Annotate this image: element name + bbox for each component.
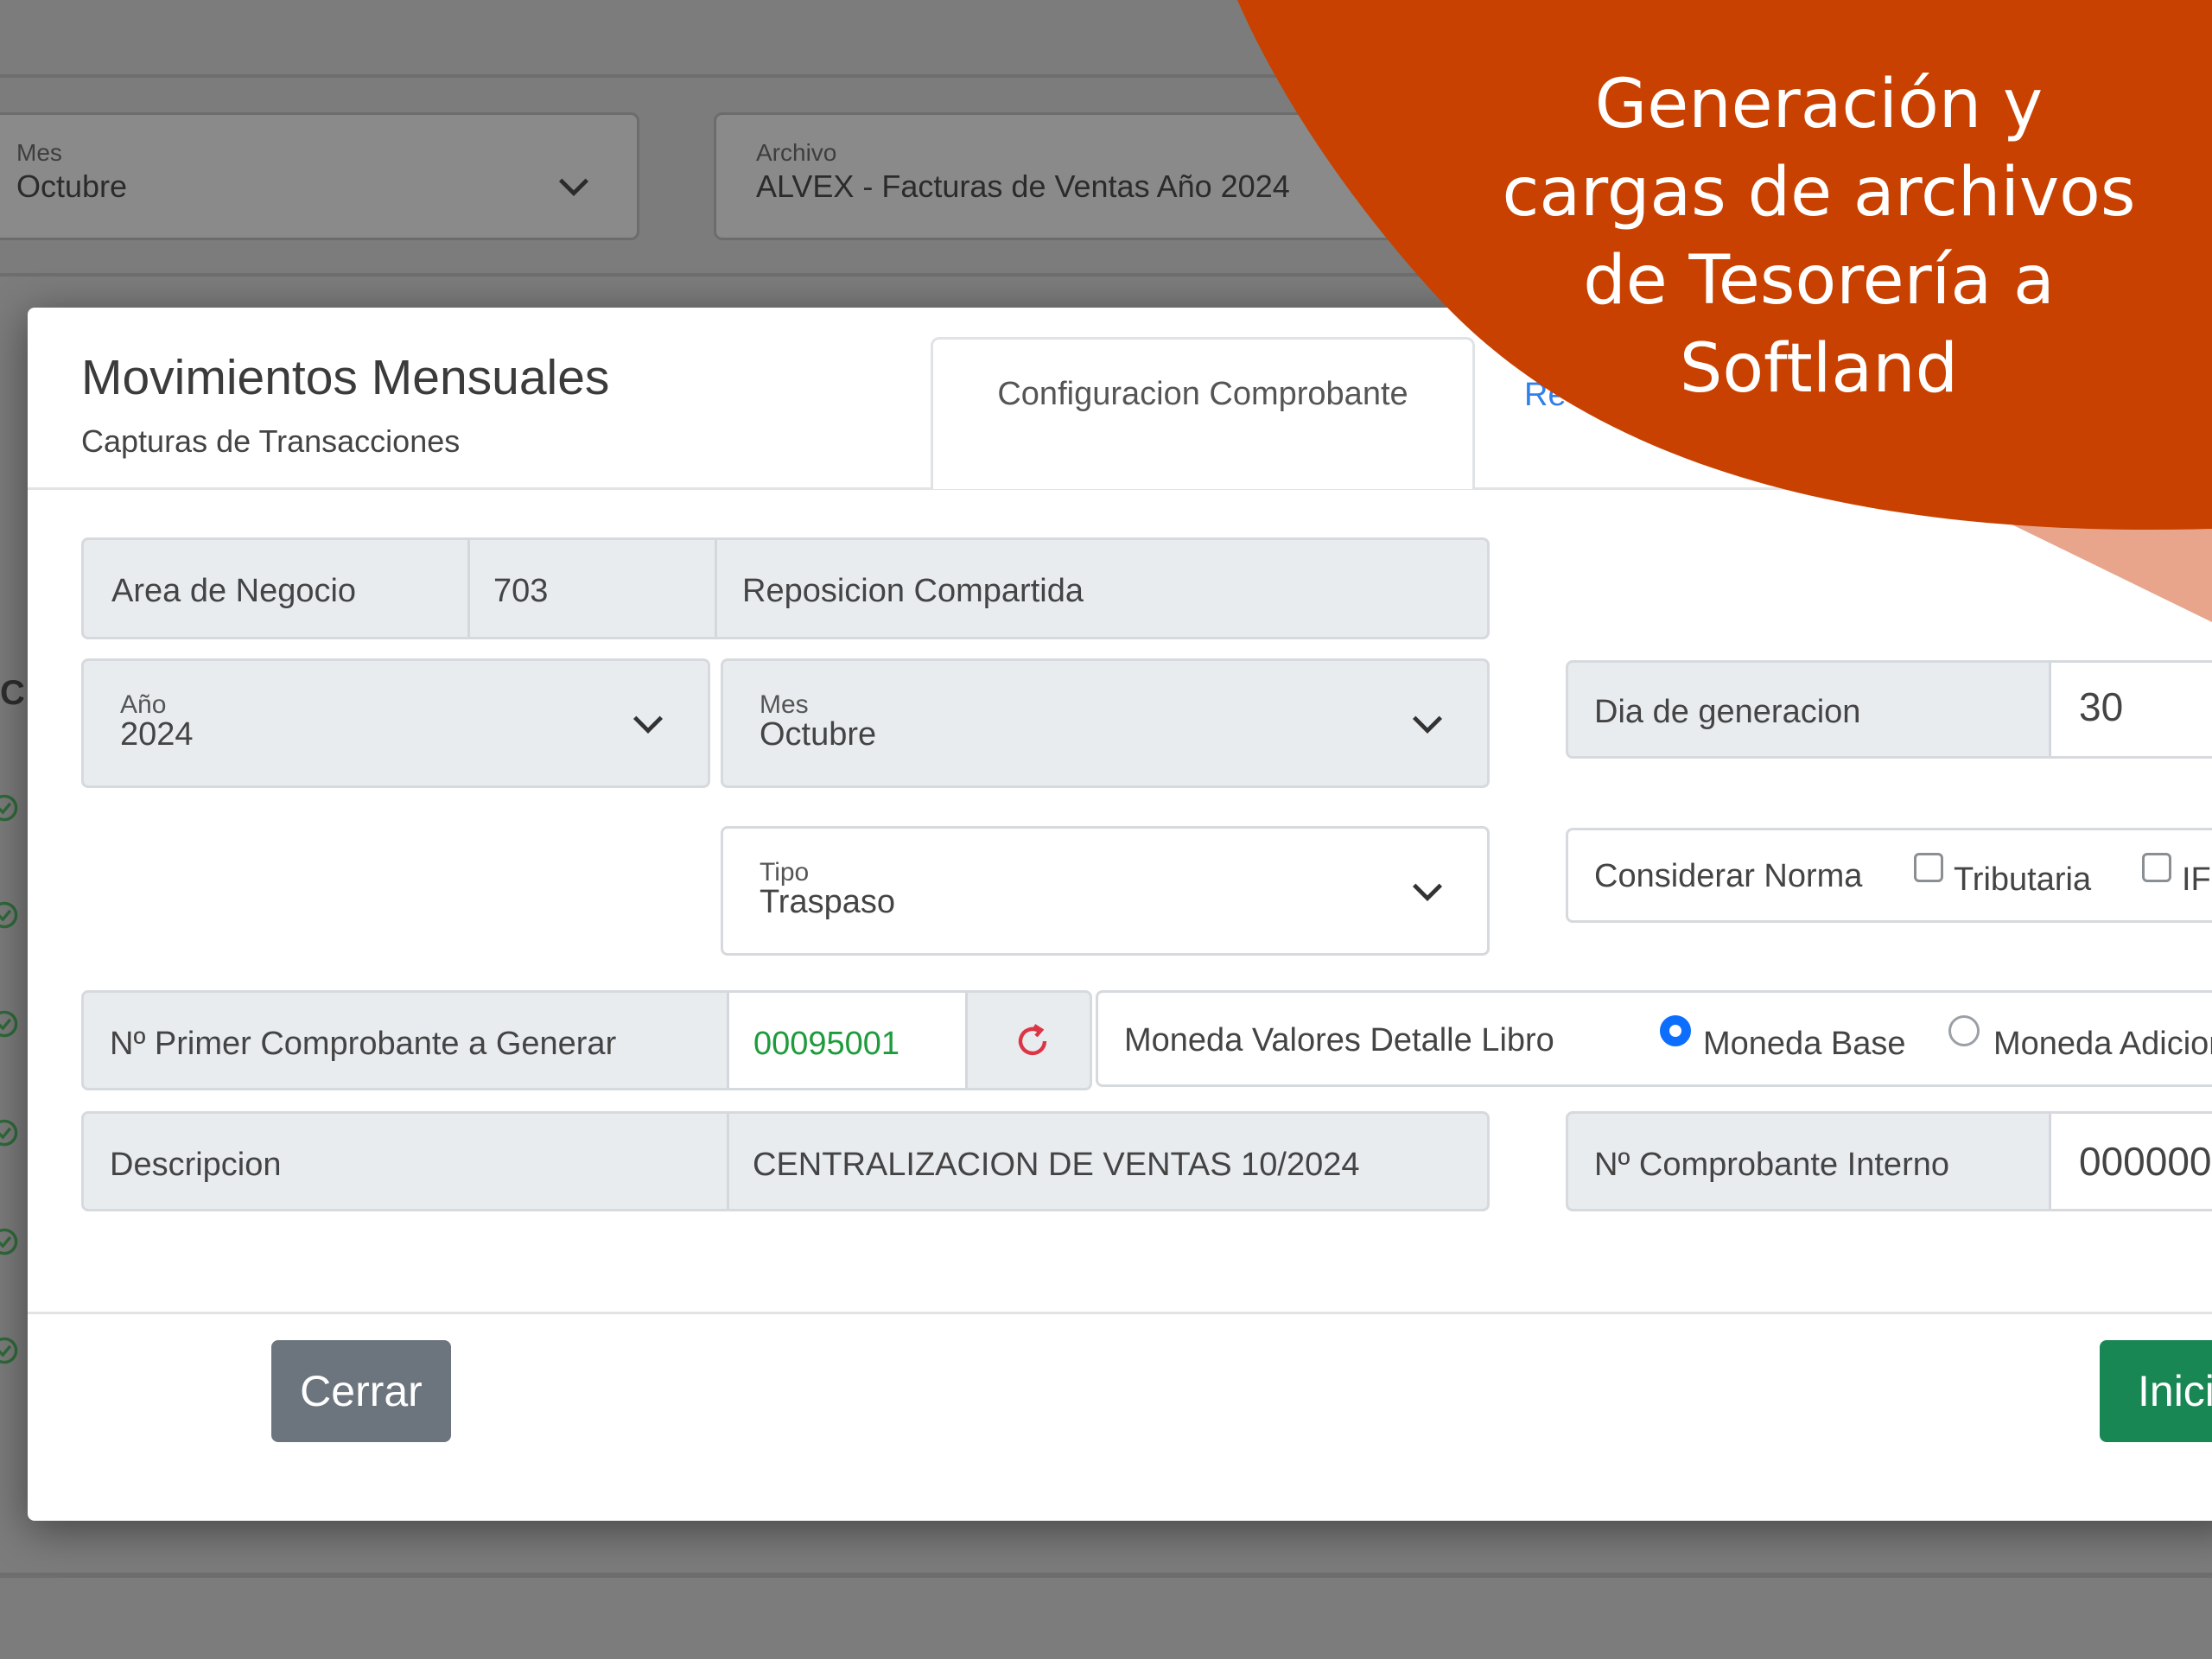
chevron-down-icon bbox=[558, 178, 589, 197]
moneda-base-label: Moneda Base bbox=[1703, 1026, 1906, 1062]
generation-day-group: Dia de generacion 30 bbox=[1566, 660, 2212, 759]
norm-group: Considerar Norma Tributaria IF bbox=[1566, 828, 2212, 923]
currency-group: Moneda Valores Detalle Libro Moneda Base… bbox=[1096, 990, 2212, 1087]
tab-configuracion-comprobante[interactable]: Configuracion Comprobante bbox=[931, 337, 1475, 489]
bg-file-label: Archivo bbox=[756, 139, 837, 166]
banner-line: Softland bbox=[1679, 330, 1959, 408]
internal-voucher-group: Nº Comprobante Interno 000000 bbox=[1566, 1111, 2212, 1211]
check-circle-icon bbox=[0, 1010, 18, 1038]
banner-line: cargas de archivos bbox=[1502, 154, 2136, 232]
first-voucher-label: Nº Primer Comprobante a Generar bbox=[110, 1026, 617, 1062]
bg-divider bbox=[0, 1573, 2212, 1578]
business-area-field: Area de Negocio 703 Reposicion Compartid… bbox=[81, 537, 1490, 639]
bg-month-value: Octubre bbox=[16, 168, 128, 204]
chevron-down-icon bbox=[632, 715, 664, 734]
generation-day-input[interactable]: 30 bbox=[2049, 663, 2212, 756]
internal-voucher-label: Nº Comprobante Interno bbox=[1594, 1147, 1949, 1183]
description-label: Descripcion bbox=[110, 1147, 282, 1183]
business-area-code: 703 bbox=[493, 573, 549, 609]
tributaria-checkbox[interactable] bbox=[1914, 853, 1943, 882]
check-circle-icon bbox=[0, 901, 18, 929]
moneda-base-radio[interactable] bbox=[1660, 1015, 1691, 1046]
year-select-label: Año bbox=[120, 690, 167, 719]
currency-label: Moneda Valores Detalle Libro bbox=[1124, 1022, 1554, 1058]
modal-dialog: Movimientos Mensuales Capturas de Transa… bbox=[28, 308, 2212, 1521]
type-select-label: Tipo bbox=[760, 858, 810, 887]
refresh-icon[interactable] bbox=[1012, 1020, 1053, 1062]
check-circle-icon bbox=[0, 1228, 18, 1255]
description-input[interactable]: CENTRALIZACION DE VENTAS 10/2024 bbox=[753, 1147, 1360, 1184]
bg-column-fragment: C bbox=[0, 674, 25, 712]
business-area-label: Area de Negocio bbox=[111, 573, 357, 609]
bg-file-select[interactable]: Archivo ALVEX - Facturas de Ventas Año 2… bbox=[714, 112, 1497, 240]
generation-day-label: Dia de generacion bbox=[1594, 694, 1861, 730]
chevron-down-icon bbox=[1412, 715, 1443, 734]
month-select-label: Mes bbox=[760, 690, 809, 719]
promo-banner-text: Generación y cargas de archivos de Tesor… bbox=[1460, 60, 2177, 413]
modal-title: Movimientos Mensuales bbox=[81, 350, 610, 405]
banner-line: Generación y bbox=[1594, 66, 2044, 143]
description-group: Descripcion CENTRALIZACION DE VENTAS 10/… bbox=[81, 1111, 1490, 1211]
norm-label: Considerar Norma bbox=[1594, 858, 1863, 894]
bg-month-label: Mes bbox=[16, 139, 62, 166]
check-circle-icon bbox=[0, 1119, 18, 1147]
field-divider bbox=[727, 1114, 729, 1209]
chevron-down-icon bbox=[1412, 883, 1443, 902]
modal-subtitle: Capturas de Transacciones bbox=[81, 423, 461, 459]
year-select[interactable]: Año 2024 bbox=[81, 658, 710, 788]
modal-footer: Cerrar Inicia bbox=[28, 1312, 2212, 1470]
ifrs-label: IF bbox=[2182, 861, 2211, 898]
year-select-value: 2024 bbox=[120, 716, 194, 753]
field-divider bbox=[965, 993, 968, 1088]
first-voucher-input[interactable]: 00095001 bbox=[727, 993, 965, 1088]
field-divider bbox=[715, 540, 717, 637]
moneda-adicional-radio[interactable] bbox=[1948, 1015, 1980, 1046]
type-select[interactable]: Tipo Traspaso bbox=[721, 826, 1490, 956]
business-area-name: Reposicion Compartida bbox=[742, 573, 1084, 609]
bg-month-select[interactable]: Mes Octubre bbox=[0, 112, 639, 240]
start-button[interactable]: Inicia bbox=[2100, 1340, 2212, 1442]
bg-file-value: ALVEX - Facturas de Ventas Año 2024 bbox=[756, 168, 1290, 204]
field-divider bbox=[467, 540, 470, 637]
close-button[interactable]: Cerrar bbox=[271, 1340, 451, 1442]
banner-line: de Tesorería a bbox=[1583, 242, 2055, 320]
tributaria-label: Tributaria bbox=[1954, 861, 2092, 898]
type-select-value: Traspaso bbox=[760, 884, 895, 920]
internal-voucher-input[interactable]: 000000 bbox=[2049, 1114, 2212, 1209]
moneda-adicional-label: Moneda Adicion bbox=[1993, 1026, 2212, 1062]
check-circle-icon bbox=[0, 1337, 18, 1364]
ifrs-checkbox[interactable] bbox=[2142, 853, 2171, 882]
month-select-value: Octubre bbox=[760, 716, 877, 753]
check-circle-icon bbox=[0, 794, 18, 822]
month-select[interactable]: Mes Octubre bbox=[721, 658, 1490, 788]
first-voucher-group: Nº Primer Comprobante a Generar 00095001 bbox=[81, 990, 1092, 1090]
